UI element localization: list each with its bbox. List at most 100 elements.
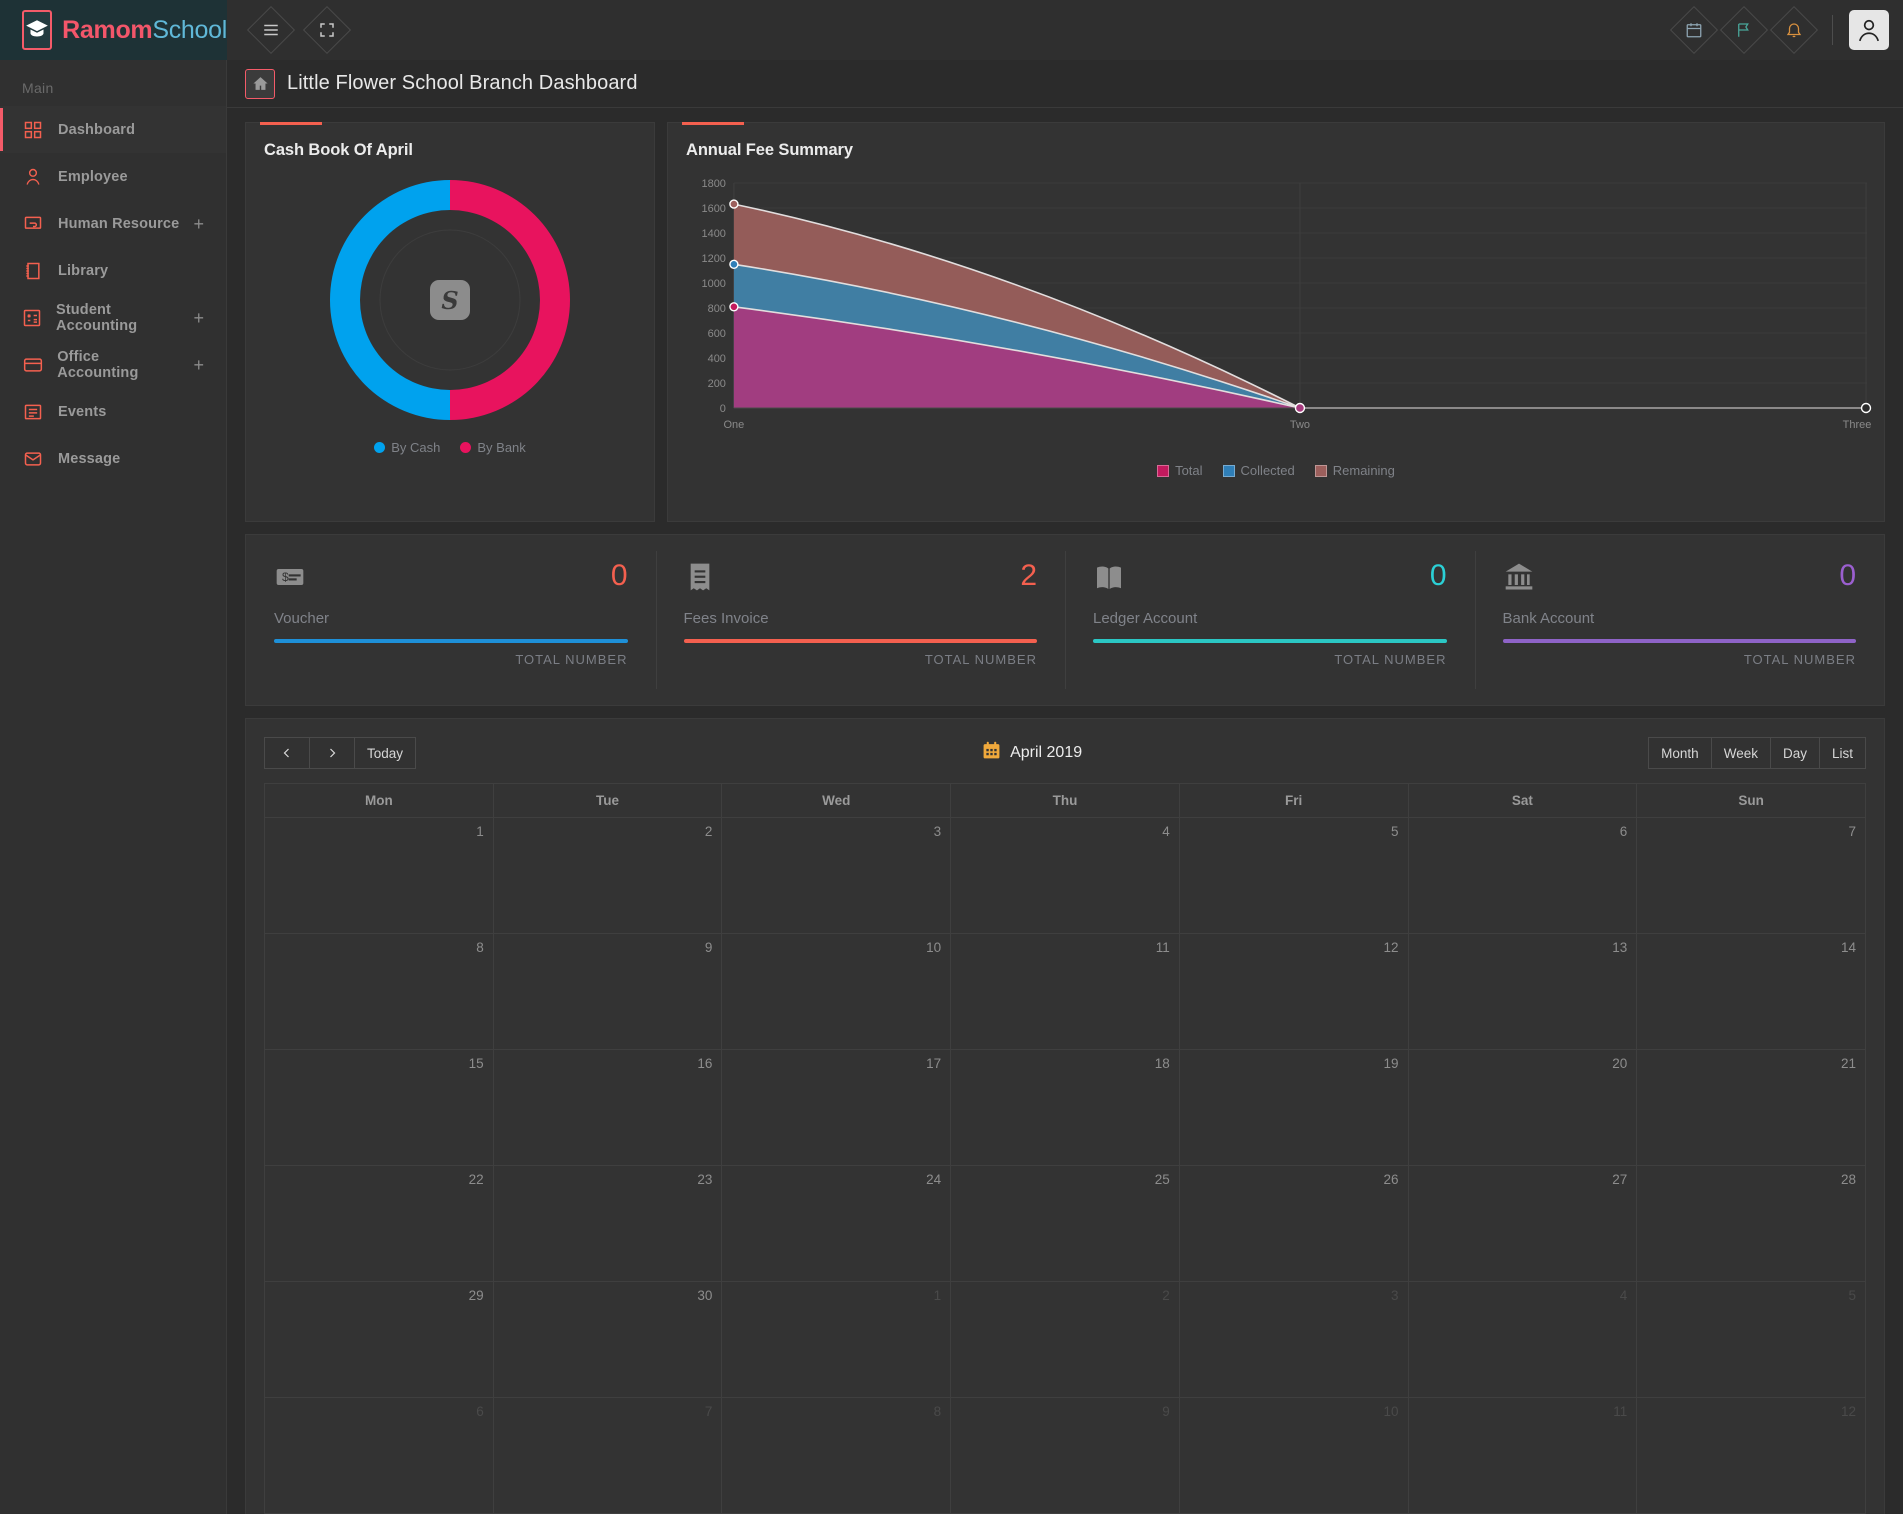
calendar-day-cell[interactable]: 3 — [721, 817, 952, 934]
chevron-left-icon[interactable] — [264, 737, 310, 769]
calendar-day-cell[interactable]: 5 — [1178, 817, 1409, 934]
sidebar-expand-toggle[interactable]: + — [193, 356, 204, 374]
cash-book-donut-chart[interactable]: S — [246, 160, 654, 440]
sidebar-item-library[interactable]: Library — [0, 247, 226, 294]
calendar-day-cell[interactable]: 7 — [492, 1397, 723, 1514]
calendar-day-cell[interactable]: 17 — [721, 1049, 952, 1166]
calendar-view-week[interactable]: Week — [1710, 737, 1771, 769]
calendar-day-cell[interactable]: 9 — [950, 1397, 1180, 1514]
sidebar-item-label: Dashboard — [58, 121, 136, 138]
annual-fee-title: Annual Fee Summary — [686, 141, 853, 159]
flag-icon[interactable] — [1722, 8, 1766, 52]
sidebar-item-label: Human Resource — [58, 215, 180, 232]
calendar-body: 1 2 3 4 5 6 7 8 9 10 11 12 13 14 15 16 17 18 19 20 21 22 23 24 2… — [264, 817, 1866, 1514]
calendar-day-cell[interactable]: 21 — [1636, 1049, 1866, 1166]
stat-progress-bar — [1502, 639, 1856, 643]
calendar-day-cell[interactable]: 16 — [492, 1049, 723, 1166]
today-button[interactable]: Today — [354, 737, 417, 769]
stat-value: 0 — [610, 559, 628, 592]
calendar-day-cell[interactable]: 10 — [1178, 1397, 1409, 1514]
money-check-icon: $ — [274, 561, 306, 598]
calendar-day-cell[interactable]: 5 — [1636, 1281, 1866, 1398]
sidebar-item-dashboard[interactable]: Dashboard — [0, 106, 226, 153]
calendar-day-cell[interactable]: 4 — [950, 817, 1180, 934]
calendar-icon — [982, 741, 1001, 765]
sidebar-item-office-accounting[interactable]: Office Accounting + — [0, 341, 226, 388]
calendar-day-cell[interactable]: 7 — [1636, 817, 1866, 934]
calendar-day-cell[interactable]: 1 — [721, 1281, 952, 1398]
sidebar-item-events[interactable]: Events — [0, 388, 226, 435]
sidebar-item-human-resource[interactable]: Human Resource + — [0, 200, 226, 247]
stat-card-voucher[interactable]: $ 0 Voucher TOTAL NUMBER — [246, 535, 656, 705]
calendar-day-cell[interactable]: 27 — [1407, 1165, 1638, 1282]
receipt-icon — [684, 561, 716, 598]
legend-item-by-bank[interactable]: By Bank — [460, 440, 526, 455]
calendar-day-cell[interactable]: 25 — [950, 1165, 1180, 1282]
legend-item-total[interactable]: Total — [1157, 463, 1203, 478]
cash-book-title: Cash Book Of April — [264, 141, 413, 159]
home-icon[interactable] — [245, 68, 275, 99]
calendar-week-row: 22 23 24 25 26 27 28 — [264, 1165, 1866, 1282]
calendar-day-cell[interactable]: 10 — [721, 933, 952, 1050]
sidebar-item-student-accounting[interactable]: Student Accounting + — [0, 294, 226, 341]
legend-item-collected[interactable]: Collected — [1222, 463, 1295, 478]
hamburger-icon[interactable] — [249, 8, 293, 52]
svg-text:0: 0 — [720, 403, 726, 415]
calendar-day-cell[interactable]: 29 — [264, 1281, 494, 1398]
calendar-day-cell[interactable]: 23 — [492, 1165, 723, 1282]
area-chart-svg: 1800 1600 1400 1200 1000 800 600 400 200… — [701, 178, 1871, 431]
calendar-day-cell[interactable]: 14 — [1636, 933, 1866, 1050]
calendar-day-cell[interactable]: 8 — [721, 1397, 952, 1514]
donut-center-badge: S — [430, 280, 470, 320]
calendar-day-header: Sun — [1636, 783, 1866, 818]
calendar-day-cell[interactable]: 6 — [1407, 817, 1638, 934]
sidebar-item-message[interactable]: Message — [0, 435, 226, 482]
user-avatar-icon[interactable] — [1849, 10, 1889, 50]
calendar-day-cell[interactable]: 28 — [1636, 1165, 1866, 1282]
sidebar-item-employee[interactable]: Employee — [0, 153, 226, 200]
calendar-day-cell[interactable]: 30 — [492, 1281, 723, 1398]
calendar-day-cell[interactable]: 19 — [1178, 1049, 1409, 1166]
sidebar-expand-toggle[interactable]: + — [193, 215, 204, 233]
calendar-day-cell[interactable]: 13 — [1407, 933, 1638, 1050]
stat-card-fees-invoice[interactable]: 2 Fees Invoice TOTAL NUMBER — [655, 535, 1066, 705]
calendar-day-cell[interactable]: 12 — [1178, 933, 1409, 1050]
library-book-icon — [22, 260, 44, 282]
brand-logo-area[interactable]: RamomSchool — [0, 0, 227, 60]
bell-icon[interactable] — [1772, 8, 1816, 52]
calendar-day-cell[interactable]: 11 — [1407, 1397, 1638, 1514]
chevron-right-icon[interactable] — [309, 737, 355, 769]
stat-card-bank-account[interactable]: 0 Bank Account TOTAL NUMBER — [1474, 535, 1885, 705]
brand-name-part1: Ramom — [62, 15, 153, 44]
calendar-day-cell[interactable]: 4 — [1407, 1281, 1638, 1398]
calendar-day-cell[interactable]: 1 — [264, 817, 494, 934]
calendar-day-cell[interactable]: 6 — [264, 1397, 494, 1514]
calendar-day-cell[interactable]: 20 — [1407, 1049, 1638, 1166]
sidebar-expand-toggle[interactable]: + — [193, 309, 204, 327]
legend-item-by-cash[interactable]: By Cash — [374, 440, 440, 455]
expand-icon[interactable] — [305, 8, 349, 52]
brand-name: RamomSchool — [62, 16, 227, 45]
calendar-day-cell[interactable]: 24 — [721, 1165, 952, 1282]
calendar-view-day[interactable]: Day — [1769, 737, 1820, 769]
calendar-day-cell[interactable]: 8 — [264, 933, 494, 1050]
calendar-title: April 2019 — [1010, 744, 1083, 761]
calendar-week-row: 29 30 1 2 3 4 5 — [264, 1281, 1866, 1398]
calendar-day-cell[interactable]: 9 — [492, 933, 723, 1050]
calendar-day-cell[interactable]: 11 — [950, 933, 1180, 1050]
calendar-day-cell[interactable]: 22 — [264, 1165, 494, 1282]
stat-card-ledger-account[interactable]: 0 Ledger Account TOTAL NUMBER — [1065, 535, 1475, 705]
calendar-day-cell[interactable]: 2 — [950, 1281, 1180, 1398]
calendar-icon[interactable] — [1672, 8, 1716, 52]
calendar-day-cell[interactable]: 18 — [950, 1049, 1180, 1166]
svg-text:1600: 1600 — [701, 203, 725, 215]
calendar-day-cell[interactable]: 12 — [1636, 1397, 1866, 1514]
calendar-view-month[interactable]: Month — [1648, 737, 1712, 769]
calendar-day-cell[interactable]: 3 — [1178, 1281, 1409, 1398]
legend-item-remaining[interactable]: Remaining — [1314, 463, 1395, 478]
calendar-day-cell[interactable]: 15 — [264, 1049, 494, 1166]
calendar-day-cell[interactable]: 2 — [492, 817, 723, 934]
annual-fee-chart[interactable]: 1800 1600 1400 1200 1000 800 600 400 200… — [668, 160, 1884, 463]
calendar-view-list[interactable]: List — [1818, 737, 1866, 769]
calendar-day-cell[interactable]: 26 — [1178, 1165, 1409, 1282]
